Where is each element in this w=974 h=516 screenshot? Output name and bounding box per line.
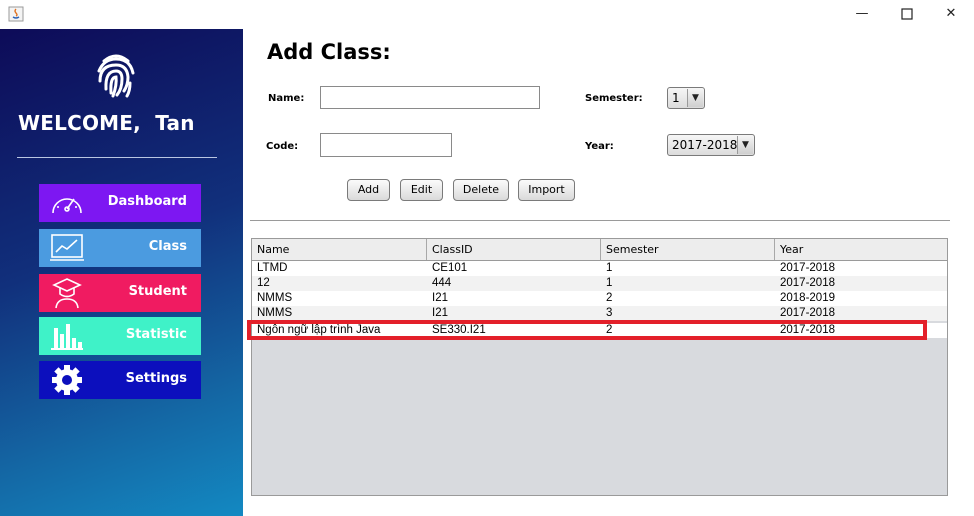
column-header-year[interactable]: Year: [775, 239, 947, 260]
cell-semester: 2: [606, 292, 613, 304]
year-value: 2017-2018: [672, 138, 738, 152]
cell-classid: I21: [432, 307, 448, 319]
cell-semester: 3: [606, 307, 613, 319]
table-header: Name ClassID Semester Year: [252, 239, 947, 261]
sidebar-item-label: Student: [128, 284, 187, 299]
cell-year: 2017-2018: [780, 307, 835, 319]
cell-classid: I21: [432, 292, 448, 304]
chevron-down-icon: ▼: [687, 89, 703, 107]
cell-year: 2017-2018: [780, 262, 835, 274]
cell-semester: 1: [606, 277, 613, 289]
table-row[interactable]: NMMS I21 2 2018-2019: [252, 291, 947, 306]
semester-select[interactable]: 1 ▼: [667, 87, 705, 109]
add-button[interactable]: Add: [347, 179, 390, 201]
page-title: Add Class:: [267, 40, 391, 64]
graduate-icon: [52, 278, 82, 309]
edit-button[interactable]: Edit: [400, 179, 443, 201]
chart-screen-icon: [50, 234, 84, 261]
sidebar-divider: [17, 157, 217, 158]
code-input[interactable]: [320, 133, 452, 157]
semester-label: Semester:: [585, 93, 643, 104]
cell-name: 12: [257, 277, 270, 289]
window-title-bar: — ✕: [0, 0, 974, 29]
fingerprint-icon: [97, 54, 135, 98]
column-header-name[interactable]: Name: [252, 239, 427, 260]
year-select[interactable]: 2017-2018 ▼: [667, 134, 755, 156]
bar-chart-icon: [51, 324, 83, 350]
welcome-text: WELCOME, Tan: [18, 111, 195, 135]
sidebar-item-dashboard[interactable]: Dashboard: [39, 184, 201, 222]
sidebar-item-label: Class: [148, 239, 187, 254]
sidebar-item-label: Settings: [125, 371, 187, 386]
close-icon[interactable]: ✕: [941, 4, 961, 24]
cell-semester: 1: [606, 262, 613, 274]
cell-year: 2017-2018: [780, 324, 835, 336]
gear-icon: [52, 365, 82, 395]
cell-year: 2017-2018: [780, 277, 835, 289]
table-row[interactable]: NMMS I21 3 2017-2018: [252, 306, 947, 321]
speedometer-icon: [52, 198, 82, 214]
delete-button[interactable]: Delete: [453, 179, 509, 201]
sidebar: WELCOME, Tan Dashboard Class Student Sta…: [0, 29, 243, 516]
sidebar-item-settings[interactable]: Settings: [39, 361, 201, 399]
sidebar-item-label: Statistic: [125, 327, 187, 342]
cell-name: NMMS: [257, 292, 293, 304]
year-label: Year:: [585, 141, 614, 152]
cell-semester: 2: [606, 324, 613, 336]
semester-value: 1: [672, 91, 680, 105]
section-divider: [250, 220, 950, 221]
cell-name: NMMS: [257, 307, 293, 319]
import-button[interactable]: Import: [518, 179, 575, 201]
chevron-down-icon: ▼: [737, 136, 753, 154]
maximize-icon[interactable]: [897, 4, 917, 24]
cell-classid: SE330.I21: [432, 324, 486, 336]
sidebar-item-class[interactable]: Class: [39, 229, 201, 267]
cell-name: Ngôn ngữ lập trình Java: [257, 324, 381, 336]
class-table[interactable]: Name ClassID Semester Year LTMD CE101 1 …: [251, 238, 948, 496]
table-row[interactable]: 12 444 1 2017-2018: [252, 276, 947, 291]
java-icon: [8, 6, 24, 22]
table-row[interactable]: LTMD CE101 1 2017-2018: [252, 261, 947, 276]
column-header-semester[interactable]: Semester: [601, 239, 775, 260]
cell-classid: CE101: [432, 262, 468, 274]
sidebar-item-student[interactable]: Student: [39, 274, 201, 312]
name-label: Name:: [268, 93, 305, 104]
cell-classid: 444: [432, 277, 452, 289]
sidebar-item-label: Dashboard: [107, 194, 187, 209]
sidebar-item-statistic[interactable]: Statistic: [39, 317, 201, 355]
table-row[interactable]: Ngôn ngữ lập trình Java SE330.I21 2 2017…: [252, 323, 947, 338]
name-input[interactable]: [320, 86, 540, 109]
cell-year: 2018-2019: [780, 292, 835, 304]
cell-name: LTMD: [257, 262, 288, 274]
minimize-icon[interactable]: —: [852, 4, 872, 24]
column-header-classid[interactable]: ClassID: [427, 239, 601, 260]
code-label: Code:: [266, 141, 299, 152]
